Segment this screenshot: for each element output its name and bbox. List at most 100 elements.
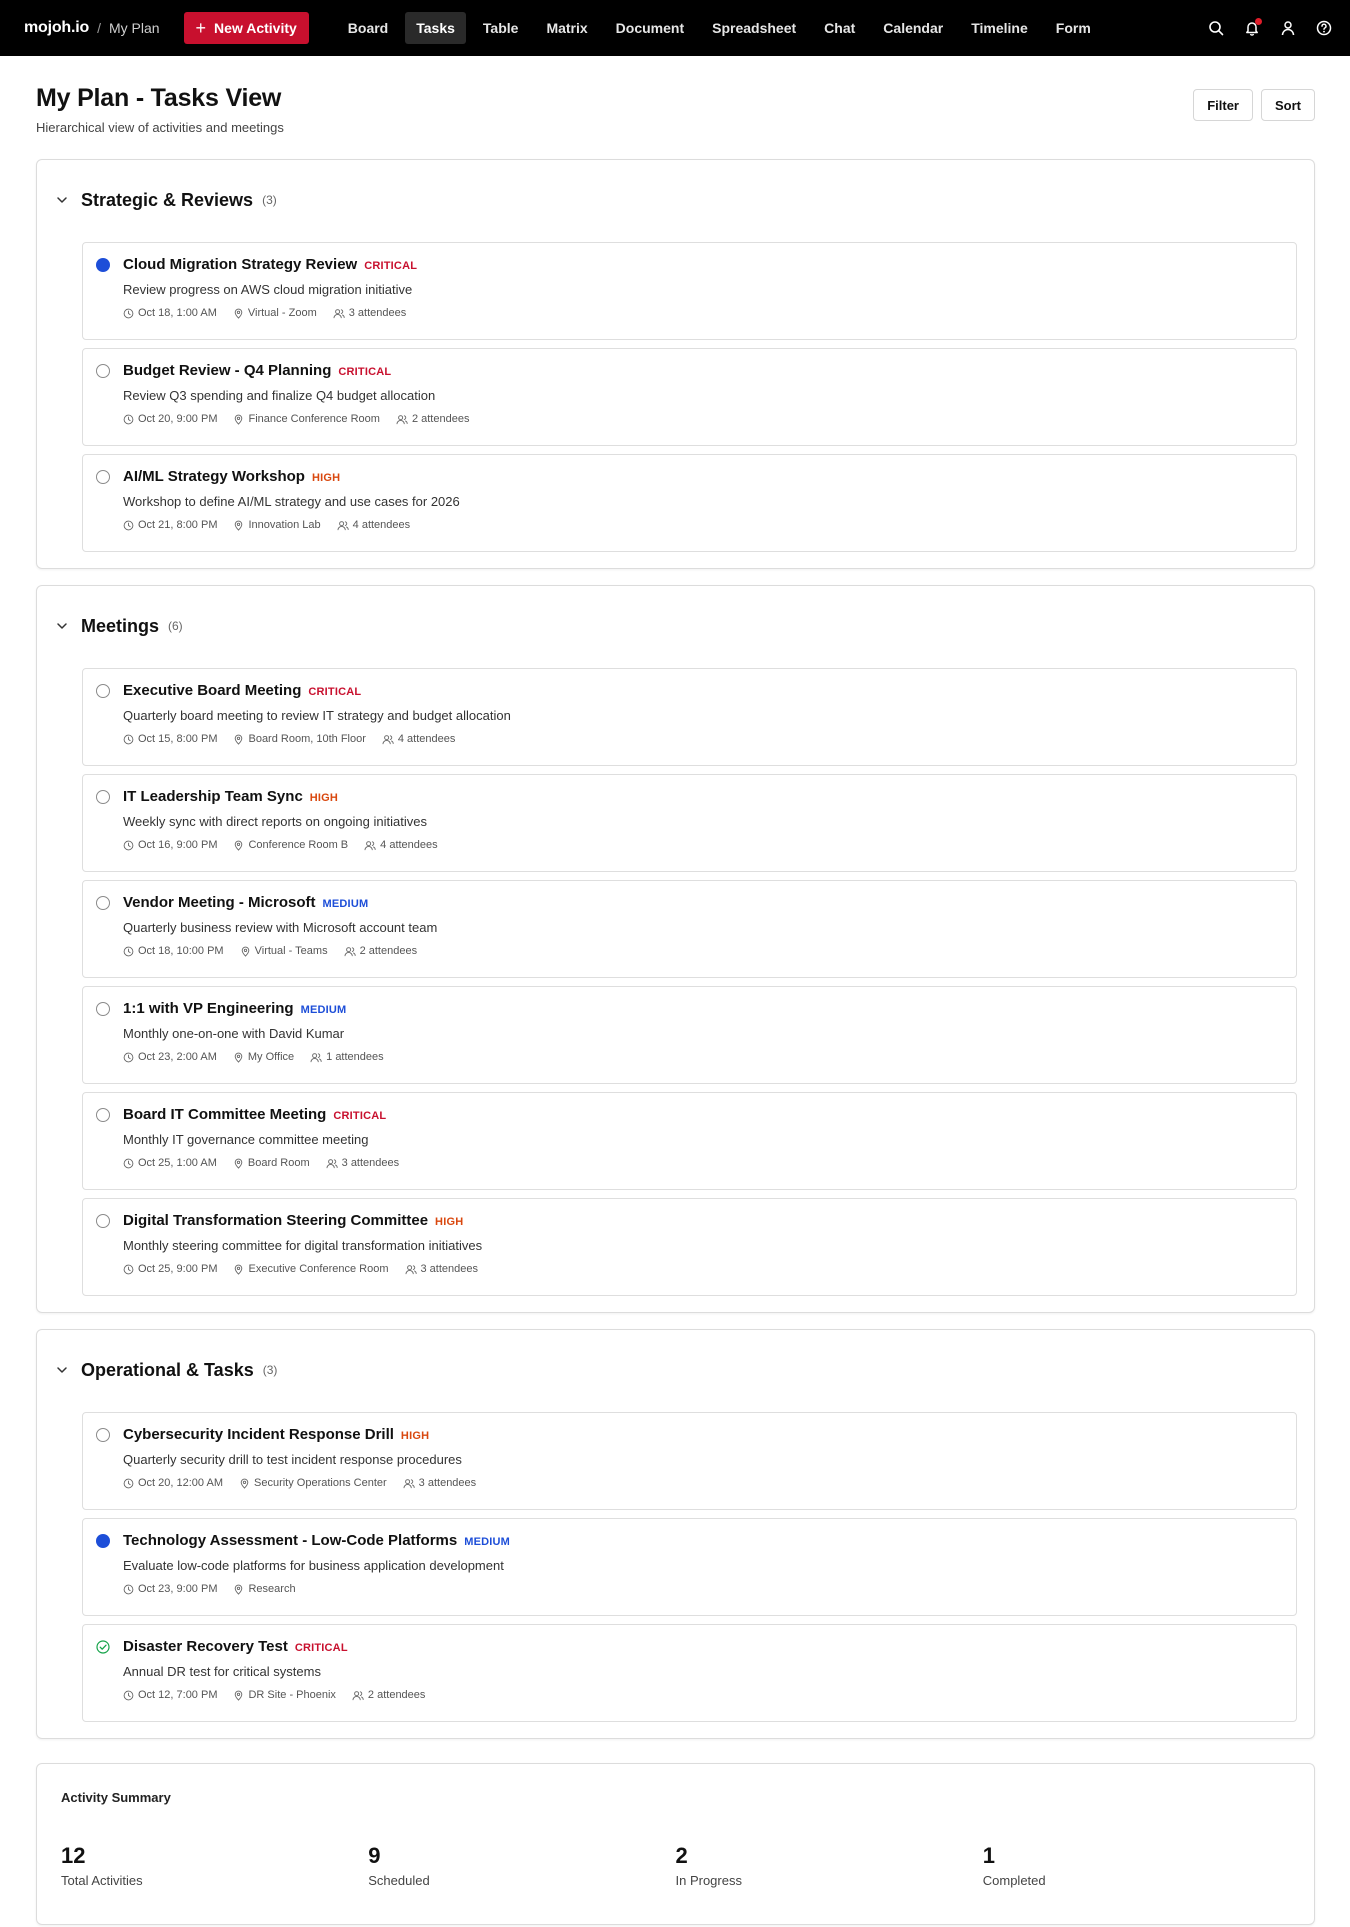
activity-card[interactable]: Cloud Migration Strategy Review CRITICAL R…: [82, 242, 1297, 340]
tab-form[interactable]: Form: [1045, 12, 1102, 44]
meta-location: Virtual - Teams: [240, 945, 328, 957]
tab-spreadsheet[interactable]: Spreadsheet: [701, 12, 807, 44]
in-progress-status-icon[interactable]: [96, 1534, 110, 1548]
activity-attendees: 2 attendees: [411, 413, 470, 425]
new-activity-button[interactable]: + New Activity: [183, 12, 309, 44]
tab-matrix[interactable]: Matrix: [535, 12, 598, 44]
group-header[interactable]: Operational & Tasks (3): [37, 1330, 1314, 1388]
priority-badge: MEDIUM: [322, 898, 369, 910]
group-header[interactable]: Strategic & Reviews (3): [37, 160, 1314, 218]
group-section: Meetings (6) Executive Board Meeting CRITIC…: [36, 585, 1315, 1313]
clock-icon: [123, 840, 134, 851]
activity-card[interactable]: 1:1 with VP Engineering MEDIUM Monthly one…: [82, 986, 1297, 1084]
activity-title[interactable]: Cloud Migration Strategy Review: [123, 256, 357, 273]
group-items: Cloud Migration Strategy Review CRITICAL R…: [37, 218, 1314, 552]
tab-table[interactable]: Table: [472, 12, 530, 44]
activity-card[interactable]: Disaster Recovery Test CRITICAL Annual DR …: [82, 1624, 1297, 1722]
activity-card[interactable]: Budget Review - Q4 Planning CRITICAL Revie…: [82, 348, 1297, 446]
activity-description: Weekly sync with direct reports on ongoi…: [123, 814, 427, 829]
summary-stat: 9 Scheduled: [368, 1843, 675, 1888]
attendees-icon: [344, 946, 356, 957]
stat-label: Scheduled: [368, 1873, 430, 1888]
page-header: My Plan - Tasks View Hierarchical view o…: [36, 56, 1315, 135]
help-icon[interactable]: [1316, 20, 1332, 36]
meta-time: Oct 21, 8:00 PM: [123, 519, 217, 531]
location-pin-icon: [239, 1478, 250, 1489]
activity-attendees: 4 attendees: [352, 519, 411, 531]
summary-stat: 2 In Progress: [676, 1843, 983, 1888]
activity-title[interactable]: Vendor Meeting - Microsoft: [123, 894, 316, 911]
clock-icon: [123, 1478, 134, 1489]
activity-title[interactable]: Cybersecurity Incident Response Drill: [123, 1426, 394, 1443]
priority-badge: CRITICAL: [294, 1642, 348, 1654]
user-icon[interactable]: [1280, 20, 1296, 36]
status-circle-icon[interactable]: [96, 896, 110, 910]
group-title: Operational & Tasks: [81, 1359, 254, 1380]
tab-board[interactable]: Board: [337, 12, 399, 44]
activity-title[interactable]: 1:1 with VP Engineering: [123, 1000, 294, 1017]
clock-icon: [123, 1690, 134, 1701]
meta-attendees: 3 attendees: [405, 1263, 478, 1275]
chevron-down-icon[interactable]: [55, 1363, 69, 1377]
page-title: My Plan - Tasks View: [36, 84, 282, 112]
activity-title[interactable]: Digital Transformation Steering Committe…: [123, 1212, 428, 1229]
status-circle-icon[interactable]: [96, 790, 110, 804]
status-circle-icon[interactable]: [96, 1428, 110, 1442]
activity-title[interactable]: Board IT Committee Meeting: [123, 1106, 326, 1123]
activity-title[interactable]: AI/ML Strategy Workshop: [123, 468, 305, 485]
activity-card[interactable]: Digital Transformation Steering Committe…: [82, 1198, 1297, 1296]
meta-attendees: 3 attendees: [403, 1477, 476, 1489]
status-circle-icon[interactable]: [96, 364, 110, 378]
meta-location: Finance Conference Room: [233, 413, 380, 425]
status-circle-icon[interactable]: [96, 684, 110, 698]
filter-button[interactable]: Filter: [1193, 89, 1253, 121]
group-section: Strategic & Reviews (3) Cloud Migration St…: [36, 159, 1315, 569]
activity-time: Oct 16, 9:00 PM: [138, 839, 218, 851]
activity-card[interactable]: Vendor Meeting - Microsoft MEDIUM Quarterl…: [82, 880, 1297, 978]
activity-meta: Oct 21, 8:00 PM Innovation Lab 4 attendees: [123, 519, 1282, 531]
tab-tasks[interactable]: Tasks: [405, 12, 466, 44]
brand-logo[interactable]: mojoh.io: [24, 19, 89, 37]
meta-time: Oct 12, 7:00 PM: [123, 1689, 217, 1701]
tab-timeline[interactable]: Timeline: [960, 12, 1039, 44]
view-tabs: Board Tasks Table Matrix Document Spreadsheet…: [337, 0, 1102, 56]
status-circle-icon[interactable]: [96, 1214, 110, 1228]
activity-time: Oct 25, 1:00 AM: [138, 1157, 217, 1169]
bell-icon[interactable]: [1244, 18, 1262, 36]
activity-title[interactable]: Disaster Recovery Test: [123, 1638, 288, 1655]
priority-badge: CRITICAL: [308, 686, 362, 698]
location-pin-icon: [233, 1052, 244, 1063]
tab-chat[interactable]: Chat: [813, 12, 866, 44]
meta-time: Oct 20, 9:00 PM: [123, 413, 217, 425]
in-progress-status-icon[interactable]: [96, 258, 110, 272]
completed-check-icon[interactable]: [96, 1640, 110, 1654]
breadcrumb-my-plan[interactable]: My Plan: [109, 20, 160, 36]
activity-card[interactable]: Executive Board Meeting CRITICAL Quarterly…: [82, 668, 1297, 766]
tab-calendar[interactable]: Calendar: [872, 12, 954, 44]
activity-attendees: 1 attendees: [326, 1051, 384, 1063]
meta-location: Innovation Lab: [233, 519, 321, 531]
activity-card[interactable]: Board IT Committee Meeting CRITICAL Monthl…: [82, 1092, 1297, 1190]
activity-title[interactable]: Executive Board Meeting: [123, 682, 301, 699]
activity-card[interactable]: Cybersecurity Incident Response Drill HIG…: [82, 1412, 1297, 1510]
group-header[interactable]: Meetings (6): [37, 586, 1314, 644]
tab-document[interactable]: Document: [605, 12, 695, 44]
attendees-icon: [326, 1158, 338, 1169]
sort-button[interactable]: Sort: [1261, 89, 1315, 121]
activity-title[interactable]: Technology Assessment - Low-Code Platfor…: [123, 1532, 457, 1549]
status-circle-icon[interactable]: [96, 1002, 110, 1016]
activity-title[interactable]: Budget Review - Q4 Planning: [123, 362, 331, 379]
chevron-down-icon[interactable]: [55, 193, 69, 207]
chevron-down-icon[interactable]: [55, 619, 69, 633]
group-count: (3): [262, 1363, 278, 1377]
activity-card[interactable]: IT Leadership Team Sync HIGH Weekly sync w…: [82, 774, 1297, 872]
search-icon[interactable]: [1208, 20, 1224, 36]
notification-dot: [1255, 18, 1262, 25]
status-circle-icon[interactable]: [96, 470, 110, 484]
activity-title[interactable]: IT Leadership Team Sync: [123, 788, 303, 805]
activity-description: Annual DR test for critical systems: [123, 1664, 321, 1679]
status-circle-icon[interactable]: [96, 1108, 110, 1122]
activity-card[interactable]: Technology Assessment - Low-Code Platfor…: [82, 1518, 1297, 1616]
activity-card[interactable]: AI/ML Strategy Workshop HIGH Workshop to d…: [82, 454, 1297, 552]
stat-label: Total Activities: [61, 1873, 143, 1888]
